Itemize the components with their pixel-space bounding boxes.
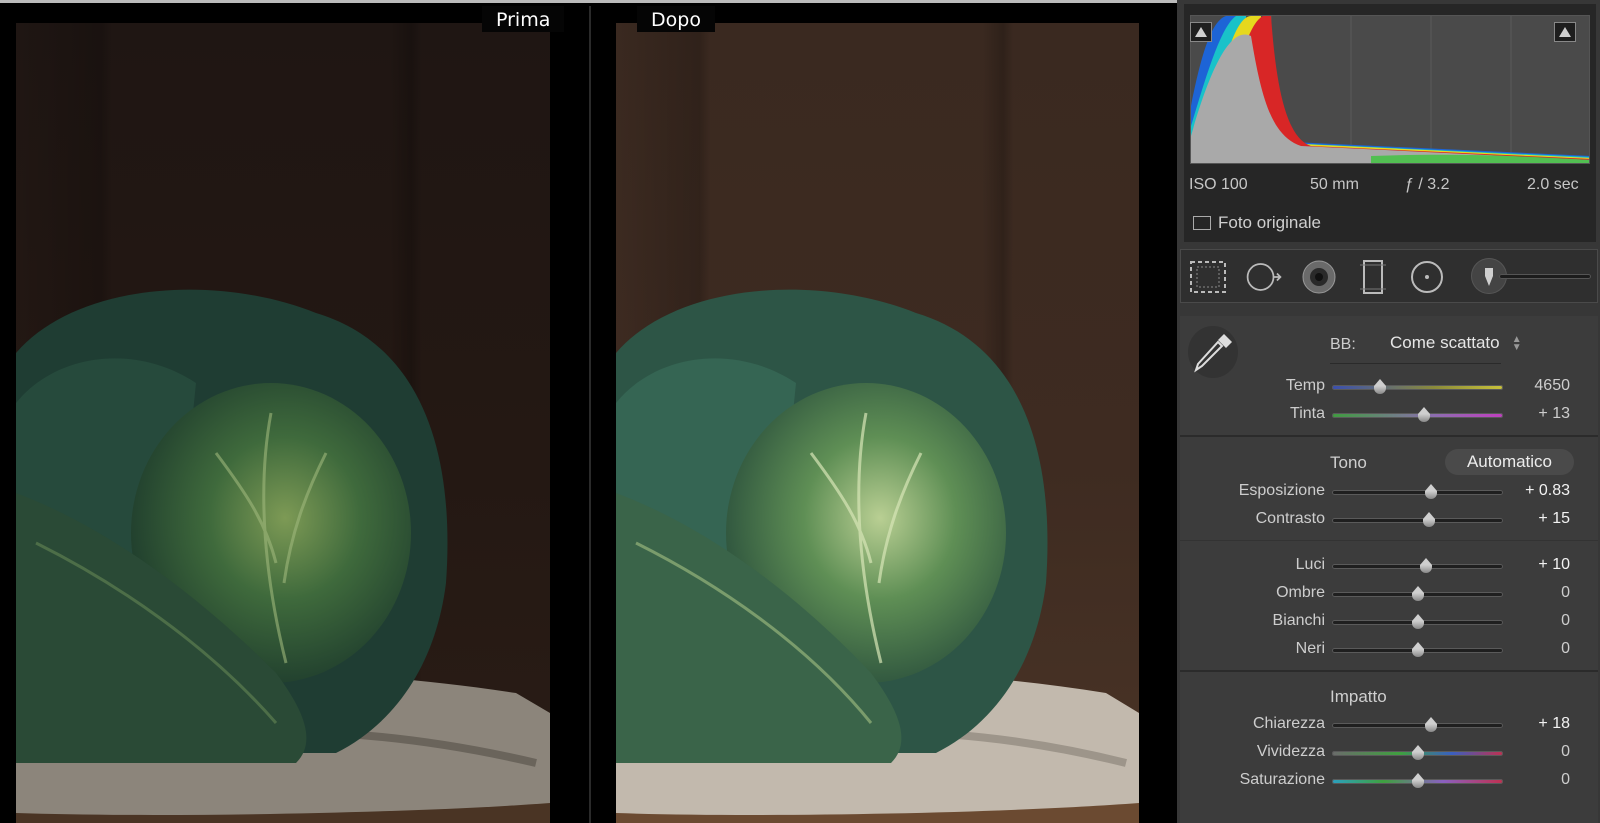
clarity-thumb[interactable]: [1424, 717, 1438, 733]
shadows-label: Ombre: [1276, 584, 1325, 601]
white-balance-divider: [1330, 363, 1501, 364]
contrast-label: Contrasto: [1255, 510, 1325, 527]
spot-removal-icon[interactable]: [1245, 258, 1283, 296]
exposure-label: Esposizione: [1238, 482, 1325, 499]
highlights-label: Luci: [1295, 556, 1325, 573]
whites-value[interactable]: 0: [1490, 612, 1570, 630]
white-balance-label: BB:: [1330, 336, 1356, 353]
blacks-slider[interactable]: [1332, 642, 1503, 657]
highlight-clipping-button[interactable]: [1554, 22, 1576, 42]
exif-focal-length: 50 mm: [1310, 176, 1359, 193]
exposure-thumb[interactable]: [1424, 484, 1438, 500]
section-divider: [1180, 435, 1598, 437]
exif-shutter: 2.0 sec: [1527, 176, 1579, 193]
temp-slider[interactable]: [1332, 379, 1503, 394]
tint-thumb[interactable]: [1417, 407, 1431, 423]
saturation-slider[interactable]: [1332, 773, 1503, 788]
before-pane: Prima: [0, 6, 589, 823]
histogram-panel: ISO 100 50 mm ƒ / 3.2 2.0 sec Foto origi…: [1184, 4, 1596, 242]
shadows-slider[interactable]: [1332, 586, 1503, 601]
blacks-value[interactable]: 0: [1490, 640, 1570, 658]
exposure-slider[interactable]: [1332, 484, 1503, 499]
original-photo-checkbox[interactable]: [1193, 216, 1211, 230]
tone-title: Tono: [1330, 453, 1367, 472]
develop-panel: ISO 100 50 mm ƒ / 3.2 2.0 sec Foto origi…: [1177, 0, 1600, 823]
original-photo-label[interactable]: Foto originale: [1218, 213, 1321, 233]
shadow-clipping-button[interactable]: [1190, 22, 1212, 42]
saturation-thumb[interactable]: [1411, 773, 1425, 789]
contrast-slider[interactable]: [1332, 512, 1503, 527]
temp-thumb[interactable]: [1373, 379, 1387, 395]
histogram-plot: [1190, 15, 1590, 164]
crop-overlay-icon[interactable]: [1189, 258, 1227, 296]
contrast-value[interactable]: + 15: [1490, 510, 1570, 528]
exif-aperture: ƒ / 3.2: [1405, 176, 1450, 193]
tint-label: Tinta: [1290, 405, 1325, 422]
clarity-value[interactable]: + 18: [1490, 715, 1570, 733]
graduated-filter-icon[interactable]: [1354, 258, 1392, 296]
before-photo[interactable]: [16, 23, 550, 823]
vibrance-value[interactable]: 0: [1490, 743, 1570, 761]
vibrance-slider[interactable]: [1332, 745, 1503, 760]
whites-thumb[interactable]: [1411, 614, 1425, 630]
eyedropper-icon[interactable]: [1188, 326, 1238, 378]
temp-label: Temp: [1285, 377, 1325, 394]
exposure-value[interactable]: + 0.83: [1490, 482, 1570, 500]
before-after-viewer: Prima Dopo: [0, 0, 1177, 823]
white-balance-select[interactable]: Come scattato ▲ ▼: [1390, 333, 1522, 357]
radial-filter-icon[interactable]: [1408, 258, 1446, 296]
highlights-thumb[interactable]: [1419, 558, 1433, 574]
tool-strip: [1180, 249, 1598, 303]
saturation-value[interactable]: 0: [1490, 771, 1570, 789]
after-label: Dopo: [637, 6, 715, 32]
after-pane: Dopo: [591, 6, 1177, 823]
vibrance-label: Vividezza: [1256, 743, 1325, 760]
clarity-slider[interactable]: [1332, 717, 1503, 732]
temp-value[interactable]: 4650: [1490, 377, 1570, 395]
auto-tone-button[interactable]: Automatico: [1445, 449, 1574, 475]
brush-size-track[interactable]: [1499, 274, 1591, 279]
whites-label: Bianchi: [1272, 612, 1325, 629]
blacks-thumb[interactable]: [1411, 642, 1425, 658]
presence-title: Impatto: [1330, 687, 1387, 706]
saturation-label: Saturazione: [1239, 771, 1325, 788]
blacks-label: Neri: [1295, 640, 1325, 657]
exif-iso: ISO 100: [1189, 176, 1248, 193]
shadows-thumb[interactable]: [1411, 586, 1425, 602]
select-arrows-icon: ▲ ▼: [1511, 334, 1522, 353]
highlights-value[interactable]: + 10: [1490, 556, 1570, 574]
shadows-value[interactable]: 0: [1490, 584, 1570, 602]
section-divider: [1180, 670, 1598, 672]
highlights-slider[interactable]: [1332, 558, 1503, 573]
tint-value[interactable]: + 13: [1490, 405, 1570, 423]
section-divider: [1180, 540, 1598, 541]
white-balance-value: Come scattato: [1390, 333, 1500, 352]
after-photo[interactable]: [616, 23, 1139, 823]
contrast-thumb[interactable]: [1422, 512, 1436, 528]
clarity-label: Chiarezza: [1252, 715, 1325, 732]
tint-slider[interactable]: [1332, 407, 1503, 422]
vibrance-thumb[interactable]: [1411, 745, 1425, 761]
basic-panel: BB: Come scattato ▲ ▼ Temp 4650 Tinta + 1…: [1180, 316, 1598, 823]
whites-slider[interactable]: [1332, 614, 1503, 629]
before-label: Prima: [482, 6, 565, 32]
red-eye-icon[interactable]: [1300, 258, 1338, 296]
